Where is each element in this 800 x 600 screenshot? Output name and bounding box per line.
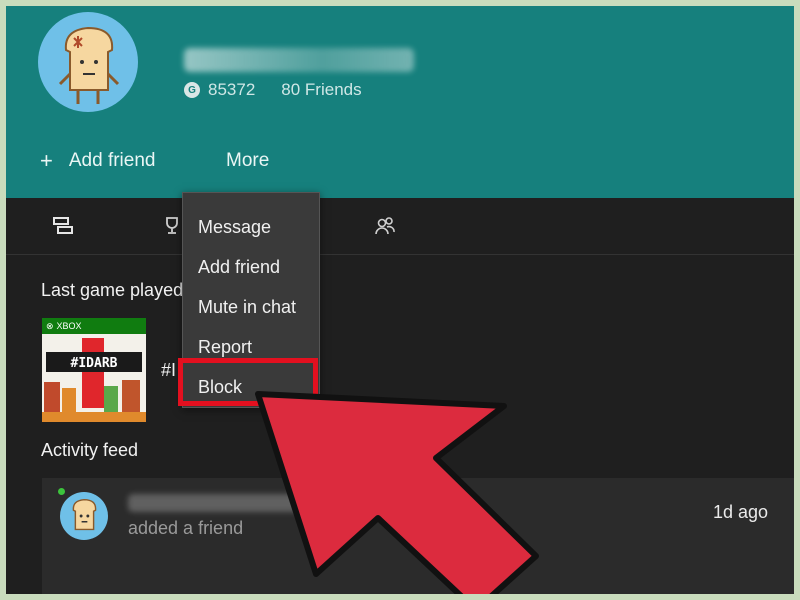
profile-stats: G 85372 80 Friends <box>184 80 362 100</box>
profile-header: G 85372 80 Friends + Add friend More <box>6 6 794 198</box>
xbox-profile-screen: G 85372 80 Friends + Add friend More Las… <box>6 6 794 594</box>
xbox-strip: ⊗ XBOX <box>42 318 146 334</box>
game-art: #IDARB <box>42 334 146 422</box>
activity-feed-title: Activity feed <box>41 440 139 460</box>
tab-activity-icon[interactable] <box>52 216 74 241</box>
gamerscore: 85372 <box>208 80 256 99</box>
menu-item-report[interactable]: Report <box>198 337 252 358</box>
add-friend-label: Add friend <box>68 150 156 171</box>
profile-tabs <box>6 198 794 255</box>
tab-achievements-icon[interactable] <box>162 216 182 241</box>
xbox-label: XBOX <box>56 321 82 331</box>
activity-feed-item[interactable]: added a friend 1d ago <box>42 478 794 594</box>
toast-avatar-icon <box>72 498 97 531</box>
toast-avatar-icon <box>58 26 120 104</box>
friends-count[interactable]: 80 Friends <box>281 80 361 100</box>
block-highlight-box <box>178 358 318 406</box>
profile-avatar[interactable] <box>38 12 138 112</box>
game-name[interactable]: #I <box>161 360 176 381</box>
gamertag-blurred <box>184 48 414 72</box>
more-button[interactable]: More <box>226 150 269 172</box>
xbox-logo-icon: ⊗ <box>46 320 54 331</box>
plus-icon: + <box>40 148 53 173</box>
tab-friends-icon[interactable] <box>374 216 396 241</box>
game-art-title: #IDARB <box>71 356 118 371</box>
menu-item-mute-in-chat[interactable]: Mute in chat <box>198 297 296 318</box>
gamerscore-icon: G <box>184 82 200 98</box>
menu-item-add-friend[interactable]: Add friend <box>198 257 280 278</box>
feed-gamertag-blurred <box>128 494 338 512</box>
feed-text: added a friend <box>128 518 244 538</box>
game-tile[interactable]: ⊗ XBOX #IDARB <box>42 318 146 422</box>
feed-avatar[interactable] <box>60 492 108 540</box>
image-frame: G 85372 80 Friends + Add friend More Las… <box>0 0 800 600</box>
menu-item-message[interactable]: Message <box>198 217 271 238</box>
add-friend-button[interactable]: + Add friend <box>40 150 155 172</box>
last-game-title: Last game played <box>41 280 184 300</box>
feed-time: 1d ago <box>712 502 768 522</box>
online-status-dot <box>58 488 65 495</box>
